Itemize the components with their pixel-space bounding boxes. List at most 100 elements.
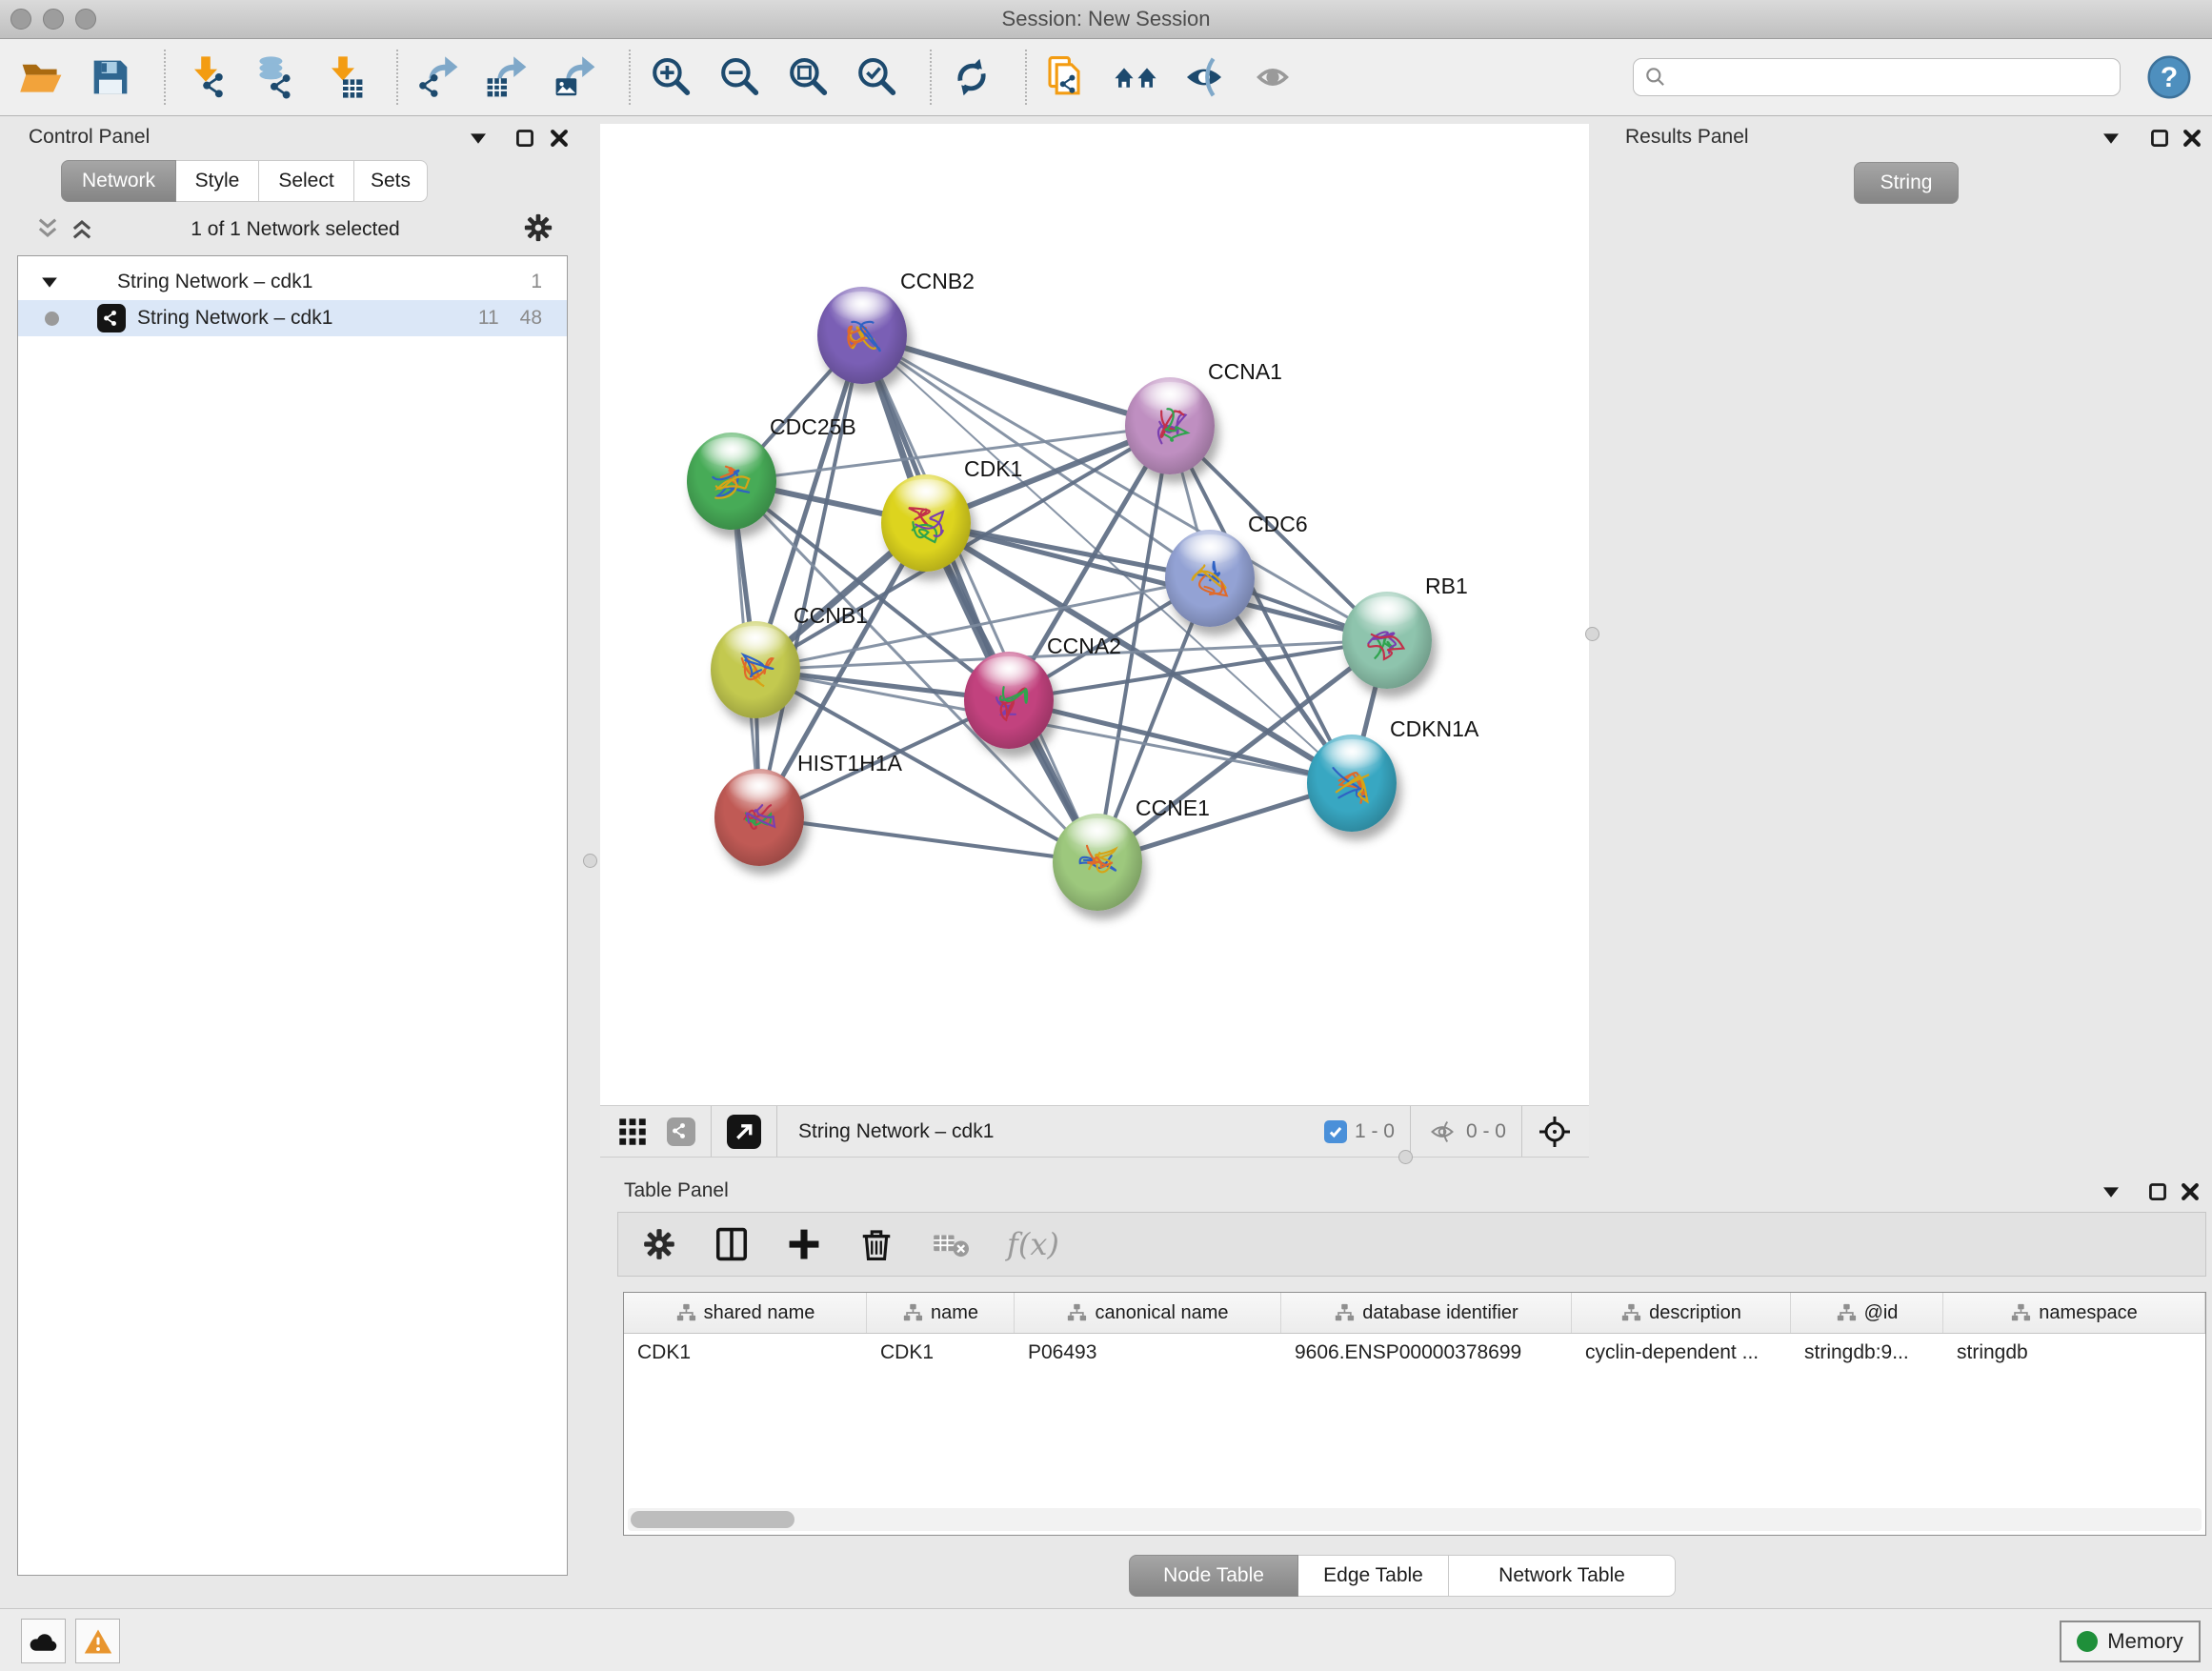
hidden-items-icon[interactable] <box>1426 1117 1458 1146</box>
import-network-from-database-button[interactable] <box>251 54 297 100</box>
table-cell[interactable]: CDK1 <box>624 1334 867 1372</box>
network-node-HIST1H1A[interactable] <box>714 769 804 866</box>
table-panel-close-button[interactable] <box>2180 1181 2201 1202</box>
export-network-button[interactable] <box>415 54 461 100</box>
table-options-gear-icon[interactable] <box>641 1226 677 1262</box>
show-columns-icon[interactable] <box>714 1226 750 1262</box>
table-panel-float-button[interactable] <box>2147 1181 2168 1202</box>
hide-selected-button[interactable] <box>1181 54 1227 100</box>
column-header-database-identifier[interactable]: database identifier <box>1281 1293 1572 1333</box>
network-node-CCNA2[interactable] <box>964 652 1054 749</box>
toolbar-separator <box>930 50 932 105</box>
column-header-namespace[interactable]: namespace <box>1943 1293 2205 1333</box>
memory-label: Memory <box>2107 1629 2182 1654</box>
add-column-icon[interactable] <box>786 1226 822 1262</box>
table-cell[interactable]: P06493 <box>1015 1334 1281 1372</box>
delete-column-icon[interactable] <box>858 1226 895 1262</box>
network-edge[interactable] <box>862 335 1097 862</box>
help-button[interactable]: ? <box>2145 53 2193 101</box>
control-tab-network[interactable]: Network <box>61 160 176 202</box>
export-image-button[interactable] <box>553 54 598 100</box>
network-node-CDC25B[interactable] <box>687 433 776 530</box>
warnings-button[interactable] <box>75 1619 120 1663</box>
detach-view-button[interactable] <box>727 1115 761 1149</box>
expand-all-networks-icon[interactable] <box>69 215 95 242</box>
cloud-icon <box>29 1627 59 1656</box>
zoom-fit-button[interactable] <box>785 54 831 100</box>
first-neighbors-button[interactable] <box>1113 54 1158 100</box>
table-cell[interactable]: stringdb <box>1943 1334 2205 1372</box>
network-node-RB1[interactable] <box>1342 592 1432 689</box>
network-canvas[interactable]: CCNB2 CCNA1 CDC25B CDK1 CDC6 RB1 CCNB1 C… <box>600 124 1589 1105</box>
network-node-CCNB2[interactable] <box>817 287 907 384</box>
table-cell[interactable]: stringdb:9... <box>1791 1334 1943 1372</box>
apply-layout-button[interactable] <box>949 54 995 100</box>
tab-network-table[interactable]: Network Table <box>1449 1555 1676 1597</box>
table-panel-menu-button[interactable] <box>2101 1184 2121 1199</box>
network-options-gear-icon[interactable] <box>522 211 554 244</box>
table-cell[interactable]: CDK1 <box>867 1334 1015 1372</box>
network-edge[interactable] <box>759 335 862 817</box>
left-splitter-grip[interactable] <box>583 854 597 868</box>
network-edge[interactable] <box>862 335 1170 426</box>
save-session-button[interactable] <box>88 54 133 100</box>
results-panel-float-button[interactable] <box>2149 128 2170 149</box>
import-network-from-file-button[interactable] <box>183 54 229 100</box>
bottom-splitter-grip[interactable] <box>1398 1150 1413 1164</box>
show-all-button[interactable] <box>1250 54 1296 100</box>
tree-collapse-icon[interactable] <box>41 274 58 290</box>
search-input[interactable] <box>1674 66 2110 90</box>
memory-button[interactable]: Memory <box>2060 1621 2201 1662</box>
network-share-badge[interactable] <box>667 1117 695 1146</box>
table-row[interactable]: CDK1CDK1P064939606.ENSP00000378699cyclin… <box>624 1334 2205 1372</box>
tab-node-table[interactable]: Node Table <box>1129 1555 1298 1597</box>
cloud-status-button[interactable] <box>21 1619 66 1663</box>
scrollbar-thumb[interactable] <box>631 1511 794 1528</box>
control-panel-close-button[interactable] <box>549 128 570 149</box>
control-tab-style[interactable]: Style <box>176 160 259 202</box>
network-node-CDK1[interactable] <box>881 474 971 572</box>
network-collection-count: 1 <box>531 271 542 293</box>
control-tab-select[interactable]: Select <box>259 160 354 202</box>
column-header-name[interactable]: name <box>867 1293 1015 1333</box>
hidden-node-edge-counter: 0 - 0 <box>1466 1120 1506 1143</box>
export-table-button[interactable] <box>484 54 530 100</box>
table-horizontal-scrollbar[interactable] <box>628 1508 2202 1531</box>
tab-string[interactable]: String <box>1854 162 1959 204</box>
network-node-CCNA1[interactable] <box>1125 377 1215 474</box>
birdseye-toggle-icon[interactable] <box>1538 1115 1572 1149</box>
control-tab-sets[interactable]: Sets <box>354 160 428 202</box>
control-panel-menu-button[interactable] <box>469 131 488 146</box>
network-tree-root-row[interactable]: String Network – cdk1 1 <box>18 264 567 300</box>
right-splitter-grip[interactable] <box>1585 627 1599 641</box>
zoom-in-button[interactable] <box>648 54 694 100</box>
network-node-CDC6[interactable] <box>1165 530 1255 627</box>
show-grid-icon[interactable] <box>617 1117 648 1147</box>
network-node-CDKN1A[interactable] <box>1307 735 1397 832</box>
network-node-CCNE1[interactable] <box>1053 814 1142 911</box>
column-header-shared-name[interactable]: shared name <box>624 1293 867 1333</box>
table-cell[interactable]: 9606.ENSP00000378699 <box>1281 1334 1572 1372</box>
table-cell[interactable]: cyclin-dependent ... <box>1572 1334 1791 1372</box>
network-node-CCNB1[interactable] <box>711 621 800 718</box>
collapse-all-networks-icon[interactable] <box>34 215 61 242</box>
control-panel-float-button[interactable] <box>514 128 535 149</box>
new-network-from-selection-button[interactable] <box>1044 54 1090 100</box>
network-node-label: CDKN1A <box>1390 716 1478 742</box>
network-edge[interactable] <box>759 817 1097 862</box>
current-network-name: String Network – cdk1 <box>798 1120 994 1143</box>
zoom-selected-button[interactable] <box>854 54 899 100</box>
results-panel-menu-button[interactable] <box>2101 131 2121 146</box>
results-panel-close-button[interactable] <box>2182 128 2202 149</box>
column-header-canonical-name[interactable]: canonical name <box>1015 1293 1281 1333</box>
network-node-label: RB1 <box>1425 574 1468 599</box>
open-session-button[interactable] <box>19 54 65 100</box>
column-header-description[interactable]: description <box>1572 1293 1791 1333</box>
zoom-out-button[interactable] <box>716 54 762 100</box>
tab-edge-table[interactable]: Edge Table <box>1298 1555 1449 1597</box>
search-box[interactable] <box>1633 58 2121 96</box>
column-header--id[interactable]: @id <box>1791 1293 1943 1333</box>
network-tree-child-row[interactable]: String Network – cdk1 11 48 <box>18 300 567 336</box>
import-table-from-file-button[interactable] <box>320 54 366 100</box>
selected-checkbox[interactable] <box>1324 1120 1347 1143</box>
